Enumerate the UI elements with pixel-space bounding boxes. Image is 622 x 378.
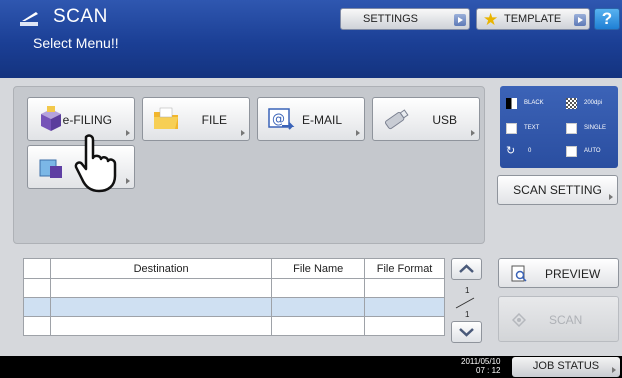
chevron-right-icon <box>126 178 130 184</box>
settings-button[interactable]: SETTINGS <box>340 8 470 30</box>
table-row-selected[interactable] <box>23 297 445 317</box>
column-header <box>23 258 51 279</box>
preview-icon <box>511 265 527 282</box>
table-cell <box>49 316 273 336</box>
page-divider <box>455 297 475 309</box>
job-status-button[interactable]: JOB STATUS <box>512 357 620 377</box>
chevron-right-icon <box>454 14 466 26</box>
table-cell <box>23 278 51 298</box>
file-button[interactable]: FILE <box>142 97 250 141</box>
star-icon: ★ <box>483 10 499 29</box>
single-sided-icon <box>566 123 577 134</box>
page-indicator: 1 1 <box>452 286 482 322</box>
table-header-row: Destination File Name File Format <box>23 258 445 279</box>
rotate-icon: ↻ <box>506 145 516 157</box>
table-cell <box>23 297 51 317</box>
scan-setting-label: SCAN SETTING <box>513 183 602 197</box>
help-button[interactable]: ? <box>594 8 620 30</box>
scan-screen: SCAN Select Menu!! SETTINGS ★ TEMPLATE ?… <box>0 0 622 378</box>
date-time: 2011/05/10 07 : 12 <box>452 357 500 375</box>
table-row[interactable] <box>23 316 445 336</box>
job-status-label: JOB STATUS <box>532 360 600 372</box>
chevron-right-icon <box>126 130 130 136</box>
sides-value: SINGLE <box>584 125 607 131</box>
date-text: 2011/05/10 <box>461 357 501 366</box>
column-header: File Format <box>364 258 445 279</box>
start-icon <box>512 313 526 327</box>
template-button[interactable]: ★ TEMPLATE <box>476 8 590 30</box>
scan-label: SCAN <box>549 313 583 327</box>
destination-table: Destination File Name File Format <box>23 258 445 336</box>
table-cell <box>49 278 273 298</box>
column-header: Destination <box>49 258 273 279</box>
function-label: e-FILING <box>62 113 112 127</box>
table-cell <box>364 316 445 336</box>
table-cell <box>364 278 445 298</box>
template-label: TEMPLATE <box>504 13 562 25</box>
original-mode-value: TEXT <box>524 125 540 131</box>
instruction-text: Select Menu!! <box>33 35 119 51</box>
chevron-right-icon <box>471 130 475 136</box>
table-cell <box>271 297 366 317</box>
resolution-icon <box>566 98 577 109</box>
header-bar: SCAN Select Menu!! SETTINGS ★ TEMPLATE ? <box>0 0 622 78</box>
resolution-value: 200dpi <box>584 100 603 106</box>
scan-button[interactable]: SCAN <box>498 296 619 342</box>
table-cell <box>23 316 51 336</box>
chevron-down-icon <box>459 328 474 337</box>
function-label: E-MAIL <box>301 113 342 127</box>
page-up-button[interactable] <box>451 258 482 280</box>
size-value: AUTO <box>584 148 601 154</box>
table-cell <box>49 297 273 317</box>
preview-button[interactable]: PREVIEW <box>498 258 619 288</box>
table-row[interactable] <box>23 278 445 298</box>
usb-button[interactable]: USB <box>372 97 480 141</box>
status-bar: 2011/05/10 07 : 12 JOB STATUS <box>0 356 622 378</box>
table-cell <box>271 316 366 336</box>
table-cell <box>364 297 445 317</box>
function-label: FILE <box>201 113 227 127</box>
total-pages: 1 <box>465 310 470 319</box>
time-text: 07 : 12 <box>476 366 501 375</box>
chevron-right-icon <box>574 14 586 26</box>
app-title: SCAN <box>53 6 108 27</box>
settings-label: SETTINGS <box>363 13 419 25</box>
rotation-value: 0 <box>528 148 532 154</box>
color-mode-value: BLACK <box>524 100 544 106</box>
scanner-app-icon <box>20 12 38 26</box>
original-mode-icon <box>506 123 517 134</box>
table-cell <box>271 278 366 298</box>
chevron-right-icon <box>609 194 613 200</box>
paper-size-icon <box>566 146 577 157</box>
preview-label: PREVIEW <box>545 267 601 281</box>
color-mode-icon <box>506 98 517 109</box>
function-label: USB <box>432 113 457 127</box>
chevron-up-icon <box>459 264 474 273</box>
scan-settings-summary: BLACK 200dpi TEXT SINGLE ↻ 0 AUTO <box>500 86 618 168</box>
chevron-right-icon <box>612 367 616 373</box>
page-down-button[interactable] <box>451 321 482 343</box>
column-header: File Name <box>271 258 366 279</box>
current-page: 1 <box>465 286 470 295</box>
chevron-right-icon <box>356 130 360 136</box>
chevron-right-icon <box>241 130 245 136</box>
email-button[interactable]: @ E-MAIL <box>257 97 365 141</box>
hand-pointer-icon <box>74 134 117 193</box>
scan-setting-button[interactable]: SCAN SETTING <box>497 175 618 205</box>
